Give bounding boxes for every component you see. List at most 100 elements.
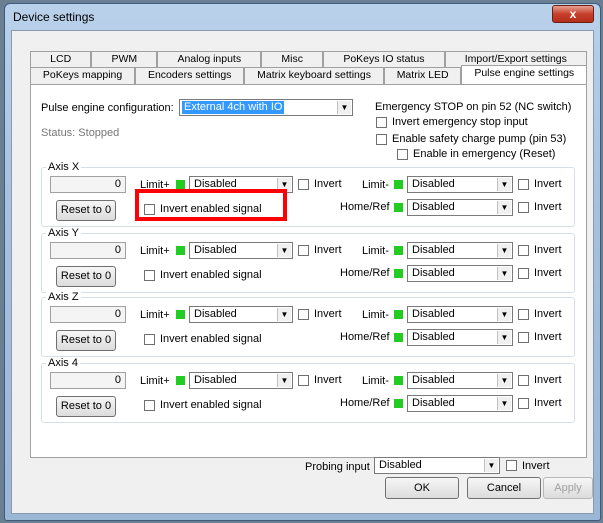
cancel-button[interactable]: Cancel <box>467 477 541 499</box>
axis-4-home-ref-invert-checkbox[interactable] <box>518 398 529 409</box>
chevron-down-icon[interactable]: ▼ <box>337 101 351 114</box>
probing-invert-checkbox[interactable] <box>506 460 517 471</box>
axis-x-limit-minus-value: Disabled <box>412 178 455 190</box>
axis-4-reset-button[interactable]: Reset to 0 <box>56 396 116 417</box>
axis-x-limit-minus-select[interactable]: Disabled ▼ <box>407 176 513 193</box>
pulse-engine-config-select[interactable]: External 4ch with IO ▼ <box>179 99 353 116</box>
axis-y-limit-minus-select[interactable]: Disabled ▼ <box>407 242 513 259</box>
chevron-down-icon[interactable]: ▼ <box>497 201 511 214</box>
chevron-down-icon[interactable]: ▼ <box>497 308 511 321</box>
axis-4-limit-plus-value: Disabled <box>194 374 237 386</box>
title-bar[interactable]: Device settings x <box>5 4 600 30</box>
axis-z-limit-minus-invert-checkbox[interactable] <box>518 309 529 320</box>
chevron-down-icon[interactable]: ▼ <box>484 459 498 472</box>
axis-4-position: 0 <box>50 372 126 389</box>
probing-input-select[interactable]: Disabled ▼ <box>374 457 500 474</box>
annotation-highlight-box <box>135 189 287 221</box>
axis-z-limit-plus-select[interactable]: Disabled ▼ <box>189 306 293 323</box>
axis-y-limit-plus-led <box>176 246 185 255</box>
axis-x-limit-minus-invert-checkbox[interactable] <box>518 179 529 190</box>
invert-estop-checkbox[interactable] <box>376 117 387 128</box>
axis-4-limit-minus-select[interactable]: Disabled ▼ <box>407 372 513 389</box>
axis-4-home-ref-invert-label: Invert <box>534 397 562 409</box>
axis-z-limit-plus-value: Disabled <box>194 308 237 320</box>
axis-x-group: Axis X 0 Limit+ Disabled ▼ Invert Limit-… <box>41 161 575 227</box>
tab-lcd[interactable]: LCD <box>30 51 92 68</box>
tab-matrix-led[interactable]: Matrix LED <box>383 67 462 84</box>
tab-row-2: PoKeys mapping Encoders settings Matrix … <box>30 65 588 84</box>
axis-x-home-ref-select[interactable]: Disabled ▼ <box>407 199 513 216</box>
axis-y-limit-minus-invert-checkbox[interactable] <box>518 245 529 256</box>
tab-pwm[interactable]: PWM <box>91 51 158 68</box>
axis-x-limit-plus-invert-checkbox[interactable] <box>298 179 309 190</box>
axis-4-limit-minus-value: Disabled <box>412 374 455 386</box>
close-icon[interactable]: x <box>552 5 594 23</box>
chevron-down-icon[interactable]: ▼ <box>497 397 511 410</box>
axis-y-limit-plus-invert-checkbox[interactable] <box>298 245 309 256</box>
axis-y-limit-plus-select[interactable]: Disabled ▼ <box>189 242 293 259</box>
axis-y-reset-button[interactable]: Reset to 0 <box>56 266 116 287</box>
chevron-down-icon[interactable]: ▼ <box>497 244 511 257</box>
axis-x-home-ref-invert-checkbox[interactable] <box>518 202 529 213</box>
enable-in-emergency-checkbox[interactable] <box>397 149 408 160</box>
axis-x-home-ref-led <box>394 203 403 212</box>
pulse-engine-config-value: External 4ch with IO <box>182 101 285 114</box>
tab-pokeys-io-status[interactable]: PoKeys IO status <box>323 51 445 68</box>
dialog-client-area: LCD PWM Analog inputs Misc PoKeys IO sta… <box>11 30 594 514</box>
axis-4-limit-minus-invert-checkbox[interactable] <box>518 375 529 386</box>
safety-charge-pump-checkbox[interactable] <box>376 134 387 145</box>
axis-4-limit-minus-led <box>394 376 403 385</box>
axis-4-limit-plus-invert-checkbox[interactable] <box>298 375 309 386</box>
chevron-down-icon[interactable]: ▼ <box>497 267 511 280</box>
axis-4-group: Axis 4 0 Limit+ Disabled ▼ Invert Limit-… <box>41 357 575 423</box>
tab-pulse-engine-settings[interactable]: Pulse engine settings <box>461 65 588 84</box>
tab-encoders-settings[interactable]: Encoders settings <box>135 67 245 84</box>
axis-x-reset-button[interactable]: Reset to 0 <box>56 200 116 221</box>
axis-4-invert-enabled-checkbox[interactable] <box>144 400 155 411</box>
axis-y-invert-enabled-label: Invert enabled signal <box>160 269 262 281</box>
axis-4-limit-plus-led <box>176 376 185 385</box>
axis-x-limit-minus-label: Limit- <box>362 179 389 191</box>
axis-y-home-ref-select[interactable]: Disabled ▼ <box>407 265 513 282</box>
tab-misc[interactable]: Misc <box>261 51 324 68</box>
axis-z-limit-minus-select[interactable]: Disabled ▼ <box>407 306 513 323</box>
axis-y-limit-minus-invert-label: Invert <box>534 244 562 256</box>
chevron-down-icon[interactable]: ▼ <box>497 374 511 387</box>
axis-x-home-ref-label: Home/Ref <box>340 201 390 213</box>
axis-z-home-ref-invert-label: Invert <box>534 331 562 343</box>
axis-4-home-ref-value: Disabled <box>412 397 455 409</box>
axis-y-limit-minus-label: Limit- <box>362 245 389 257</box>
axis-y-home-ref-invert-checkbox[interactable] <box>518 268 529 279</box>
axis-4-limit-plus-label: Limit+ <box>140 375 170 387</box>
tab-matrix-keyboard-settings[interactable]: Matrix keyboard settings <box>244 67 384 84</box>
chevron-down-icon[interactable]: ▼ <box>277 244 291 257</box>
chevron-down-icon[interactable]: ▼ <box>497 178 511 191</box>
axis-z-limit-plus-invert-checkbox[interactable] <box>298 309 309 320</box>
tab-analog-inputs[interactable]: Analog inputs <box>157 51 262 68</box>
axis-4-home-ref-led <box>394 399 403 408</box>
pulse-engine-config-label: Pulse engine configuration: <box>41 102 174 114</box>
axis-y-invert-enabled-checkbox[interactable] <box>144 270 155 281</box>
tab-pokeys-mapping[interactable]: PoKeys mapping <box>30 67 136 84</box>
window-title: Device settings <box>13 10 95 24</box>
probing-invert-label: Invert <box>522 460 550 472</box>
chevron-down-icon[interactable]: ▼ <box>277 308 291 321</box>
axis-z-invert-enabled-checkbox[interactable] <box>144 334 155 345</box>
axis-x-limit-plus-led <box>176 180 185 189</box>
axis-4-limit-plus-select[interactable]: Disabled ▼ <box>189 372 293 389</box>
axis-z-home-ref-select[interactable]: Disabled ▼ <box>407 329 513 346</box>
chevron-down-icon[interactable]: ▼ <box>497 331 511 344</box>
ok-button[interactable]: OK <box>385 477 459 499</box>
axis-4-limit-minus-invert-label: Invert <box>534 374 562 386</box>
axis-z-group: Axis Z 0 Limit+ Disabled ▼ Invert Limit-… <box>41 291 575 357</box>
apply-button[interactable]: Apply <box>543 477 593 499</box>
axis-x-limit-minus-invert-label: Invert <box>534 178 562 190</box>
axis-z-home-ref-value: Disabled <box>412 331 455 343</box>
axis-y-limit-minus-led <box>394 246 403 255</box>
axis-z-limit-plus-label: Limit+ <box>140 309 170 321</box>
axis-4-home-ref-select[interactable]: Disabled ▼ <box>407 395 513 412</box>
axis-z-home-ref-invert-checkbox[interactable] <box>518 332 529 343</box>
axis-z-reset-button[interactable]: Reset to 0 <box>56 330 116 351</box>
chevron-down-icon[interactable]: ▼ <box>277 374 291 387</box>
pulse-engine-panel: Pulse engine configuration: External 4ch… <box>30 84 587 474</box>
